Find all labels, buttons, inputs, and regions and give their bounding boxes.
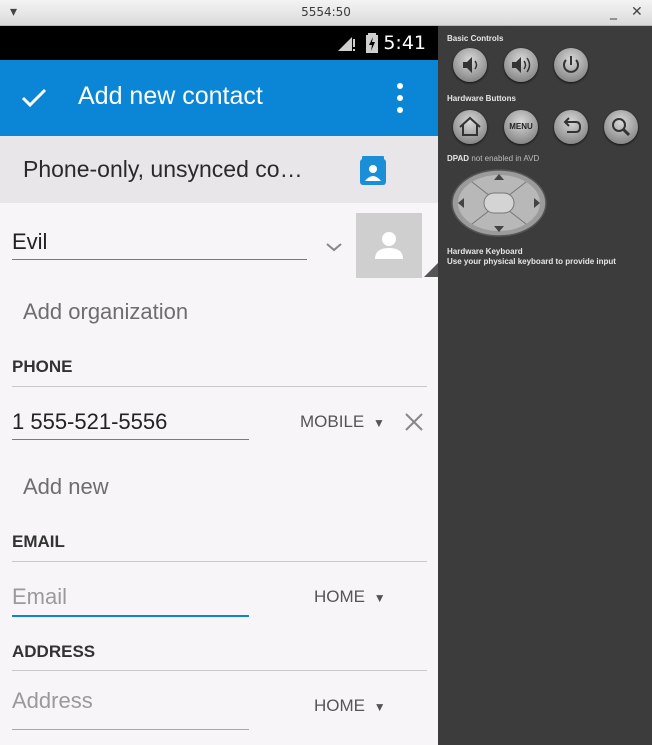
volume-down-icon: [463, 57, 478, 73]
back-icon: [563, 117, 582, 133]
hardware-keyboard-label: Hardware Keyboard: [447, 247, 523, 256]
more-options-icon[interactable]: [395, 82, 405, 114]
photo-corner-icon: [424, 263, 438, 277]
person-icon: [375, 232, 403, 259]
window-title: 5554:50: [301, 5, 351, 19]
dropdown-arrow-icon: ▼: [372, 416, 385, 430]
dropdown-arrow-icon: ▼: [373, 700, 386, 714]
status-time: 5:41: [383, 32, 426, 54]
search-icon: [612, 118, 631, 137]
phone-number-underline: [12, 439, 249, 440]
phone-divider: [12, 386, 427, 387]
phone-screen: 5:41 Add new contact Phone-only, unsynce…: [0, 26, 438, 745]
dpad[interactable]: [450, 169, 548, 237]
expand-name-icon[interactable]: [325, 242, 343, 252]
volume-up-icon: [512, 57, 531, 73]
contact-photo[interactable]: [356, 213, 422, 278]
app-bar: Add new contact: [0, 60, 438, 136]
dpad-label: DPAD: [447, 154, 470, 163]
hardware-buttons-label: Hardware Buttons: [447, 94, 516, 103]
contacts-app-icon: [360, 156, 386, 185]
add-new-phone[interactable]: Add new: [23, 474, 109, 500]
address-type-label: HOME: [314, 696, 365, 715]
phone-section-header: PHONE: [12, 357, 73, 376]
close-icon[interactable]: ✕: [631, 3, 643, 21]
check-icon[interactable]: [21, 87, 47, 109]
basic-controls-label: Basic Controls: [447, 34, 504, 43]
address-field[interactable]: Address: [12, 688, 93, 714]
name-field[interactable]: Evil: [12, 229, 47, 255]
dpad-label-row: DPAD not enabled in AVD: [447, 154, 539, 163]
email-divider: [12, 561, 427, 562]
phone-type-dropdown[interactable]: MOBILE ▼: [300, 412, 385, 432]
address-underline: [12, 729, 249, 730]
power-button[interactable]: [554, 48, 588, 82]
menu-button-label: MENU: [509, 122, 533, 131]
back-button[interactable]: [554, 110, 588, 144]
dpad-note: not enabled in AVD: [471, 154, 540, 163]
hardware-keyboard-note: Use your physical keyboard to provide in…: [447, 257, 616, 266]
phone-number-field[interactable]: 1 555-521-5556: [12, 409, 167, 435]
phone-type-label: MOBILE: [300, 412, 365, 431]
page-title: Add new contact: [78, 82, 263, 110]
add-organization[interactable]: Add organization: [23, 299, 188, 325]
emulator-controls-panel: Basic Controls Hardware Buttons MENU DPA…: [438, 26, 652, 745]
remove-phone-icon[interactable]: [404, 412, 424, 432]
address-section-header: ADDRESS: [12, 642, 96, 661]
dropdown-arrow-icon: ▼: [373, 591, 386, 605]
address-divider: [12, 670, 427, 671]
account-selector[interactable]: Phone-only, unsynced co…: [0, 136, 438, 203]
menu-button[interactable]: MENU: [504, 110, 538, 144]
home-button[interactable]: [453, 110, 487, 144]
email-underline-focused: [12, 615, 249, 617]
email-field[interactable]: Email: [12, 584, 67, 610]
email-type-label: HOME: [314, 587, 365, 606]
battery-charging-icon: [366, 33, 378, 53]
window-titlebar: ▾ 5554:50 _ ✕: [0, 0, 652, 26]
search-button[interactable]: [604, 110, 638, 144]
power-icon: [563, 56, 579, 73]
status-bar: 5:41: [0, 26, 438, 60]
name-underline: [12, 259, 307, 260]
volume-up-button[interactable]: [504, 48, 538, 82]
signal-icon: [338, 37, 355, 51]
email-section-header: EMAIL: [12, 532, 65, 551]
minimize-icon[interactable]: _: [610, 3, 617, 21]
address-type-dropdown[interactable]: HOME ▼: [314, 696, 386, 716]
home-icon: [459, 116, 481, 136]
account-label: Phone-only, unsynced co…: [23, 156, 303, 182]
email-type-dropdown[interactable]: HOME ▼: [314, 587, 386, 607]
volume-down-button[interactable]: [453, 48, 487, 82]
